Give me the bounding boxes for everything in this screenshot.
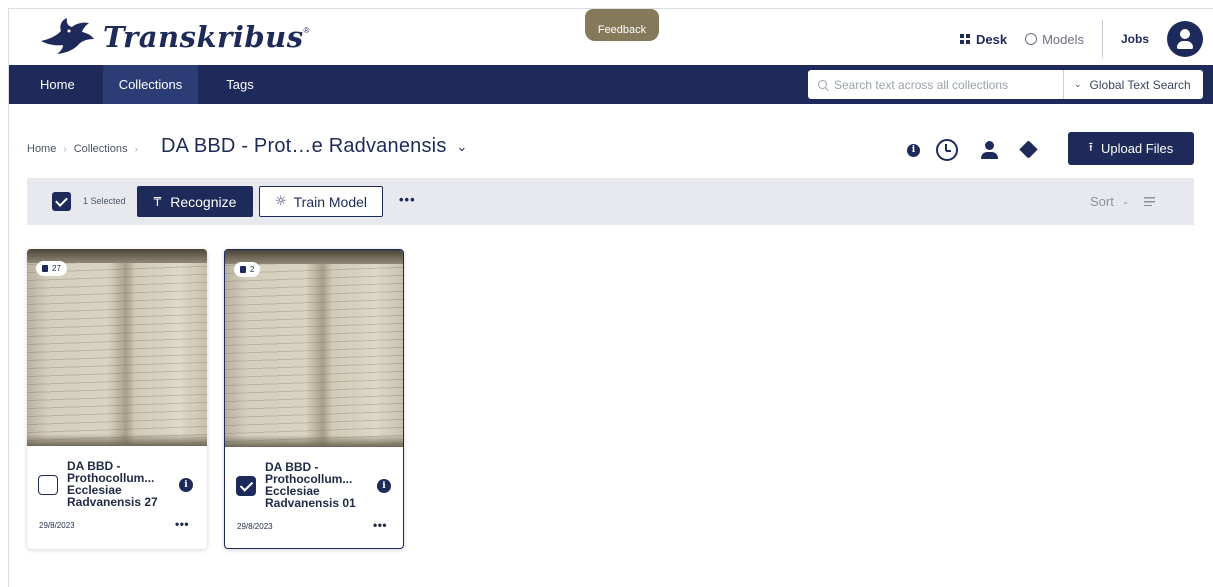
chevron-down-icon: ⌄ bbox=[1121, 196, 1130, 206]
nav-item-collections[interactable]: Collections bbox=[102, 65, 199, 104]
info-icon[interactable]: i bbox=[377, 479, 391, 493]
info-icon[interactable]: i bbox=[907, 143, 920, 157]
info-icon[interactable]: i bbox=[179, 478, 193, 492]
card-title[interactable]: DA BBD - Prothocollum... Ecclesiae Radva… bbox=[67, 460, 165, 508]
top-header: Transkribus ® Feedback Desk Models Jobs bbox=[9, 9, 1213, 65]
card-title[interactable]: DA BBD - Prothocollum... Ecclesiae Radva… bbox=[265, 461, 363, 509]
upload-icon: ⭱ bbox=[1088, 140, 1093, 154]
divider bbox=[1101, 20, 1103, 58]
global-search: Search text across all collections ⌄ Glo… bbox=[808, 70, 1203, 99]
search-input[interactable]: Search text across all collections bbox=[808, 70, 1064, 99]
nav-item-label: Home bbox=[40, 77, 75, 92]
jobs-label: Jobs bbox=[1120, 32, 1149, 46]
document-thumbnail[interactable] bbox=[225, 250, 403, 447]
chevron-down-icon: ⌄ bbox=[1074, 79, 1082, 89]
selection-toolbar: 1 Selected ₸ Recognize ☼ Train Model •••… bbox=[27, 178, 1194, 225]
user-avatar[interactable] bbox=[1167, 21, 1203, 57]
page-count: 27 bbox=[52, 264, 61, 273]
page-title[interactable]: DA BBD - Prot…e Radvanensis ⌄ bbox=[161, 135, 468, 158]
recognize-label: Recognize bbox=[170, 193, 237, 210]
user-icon[interactable] bbox=[980, 140, 998, 160]
recognize-button[interactable]: ₸ Recognize bbox=[137, 186, 253, 217]
train-model-button[interactable]: ☼ Train Model bbox=[259, 186, 383, 217]
jobs-link[interactable]: Jobs bbox=[1121, 32, 1149, 46]
breadcrumb-separator-icon: › bbox=[63, 143, 67, 155]
main-navbar: Home Collections Tags Search text across… bbox=[9, 65, 1213, 104]
card-more-button[interactable]: ••• bbox=[373, 518, 387, 532]
nav-item-label: Tags bbox=[226, 77, 254, 92]
upload-label: Upload Files bbox=[1100, 141, 1174, 156]
card-checkbox[interactable] bbox=[236, 476, 256, 496]
desk-label: Desk bbox=[975, 31, 1008, 47]
search-icon bbox=[818, 80, 827, 89]
select-all-checkbox[interactable] bbox=[52, 192, 71, 211]
train-label: Train Model bbox=[293, 193, 368, 210]
document-card[interactable]: 2 DA BBD - Prothocollum... Ecclesiae Rad… bbox=[224, 249, 404, 549]
page-header: Home › Collections › DA BBD - Prot…e Rad… bbox=[27, 133, 1197, 165]
nav-item-label: Collections bbox=[118, 77, 183, 92]
sort-label: Sort bbox=[1090, 194, 1114, 209]
desk-link[interactable]: Desk bbox=[959, 31, 1008, 47]
models-icon bbox=[1025, 33, 1038, 45]
grid-icon bbox=[959, 33, 971, 45]
card-date: 29/8/2023 bbox=[237, 522, 273, 531]
logo-bird-icon bbox=[41, 18, 94, 54]
pages-icon bbox=[42, 265, 48, 272]
feedback-tab[interactable]: Feedback bbox=[585, 9, 659, 41]
tag-icon[interactable] bbox=[1020, 141, 1042, 159]
nav-item-home[interactable]: Home bbox=[24, 65, 91, 104]
breadcrumb: Home › Collections › bbox=[27, 143, 145, 155]
header-icons: i bbox=[907, 136, 1042, 164]
more-actions-button[interactable]: ••• bbox=[399, 192, 416, 207]
brand-trademark: ® bbox=[303, 25, 310, 35]
card-date: 29/8/2023 bbox=[39, 521, 75, 530]
document-thumbnail[interactable] bbox=[27, 249, 207, 446]
breadcrumb-collections[interactable]: Collections bbox=[74, 143, 128, 155]
pages-icon bbox=[240, 266, 246, 273]
search-placeholder: Search text across all collections bbox=[834, 77, 1009, 92]
card-title-line: Radvanensis 27 bbox=[67, 495, 158, 509]
selected-count: 1 Selected bbox=[83, 196, 126, 206]
page-title-text: DA BBD - Prot…e Radvanensis bbox=[161, 135, 447, 157]
chevron-down-icon: ⌄ bbox=[456, 138, 468, 154]
page-count: 2 bbox=[250, 265, 255, 274]
page-count-badge: 27 bbox=[36, 261, 67, 276]
search-mode-select[interactable]: ⌄ Global Text Search bbox=[1064, 70, 1203, 99]
list-view-icon[interactable] bbox=[1144, 197, 1155, 206]
card-checkbox[interactable] bbox=[38, 475, 58, 495]
card-more-button[interactable]: ••• bbox=[175, 517, 189, 531]
breadcrumb-home[interactable]: Home bbox=[27, 143, 56, 155]
nav-item-tags[interactable]: Tags bbox=[210, 65, 269, 104]
nav-tabs: Home Collections Tags bbox=[24, 65, 282, 104]
upload-files-button[interactable]: ⭱ Upload Files bbox=[1068, 132, 1194, 165]
card-title-line: Radvanensis 01 bbox=[265, 496, 356, 510]
models-link[interactable]: Models bbox=[1025, 32, 1084, 47]
lightbulb-icon: ☼ bbox=[274, 194, 287, 209]
feedback-label: Feedback bbox=[597, 24, 647, 36]
models-label: Models bbox=[1042, 31, 1084, 47]
history-icon[interactable] bbox=[936, 139, 958, 161]
document-card[interactable]: 27 DA BBD - Prothocollum... Ecclesiae Ra… bbox=[27, 249, 207, 549]
top-right-nav: Desk Models Jobs bbox=[942, 19, 1203, 59]
page-count-badge: 2 bbox=[234, 262, 261, 277]
recognize-icon: ₸ bbox=[153, 194, 162, 209]
brand-name: Transkribus bbox=[103, 20, 304, 54]
brand-logo[interactable]: Transkribus ® bbox=[39, 15, 309, 59]
sort-dropdown[interactable]: Sort ⌄ bbox=[1090, 194, 1129, 209]
breadcrumb-separator-icon: › bbox=[134, 143, 138, 155]
search-mode-label: Global Text Search bbox=[1089, 77, 1191, 92]
